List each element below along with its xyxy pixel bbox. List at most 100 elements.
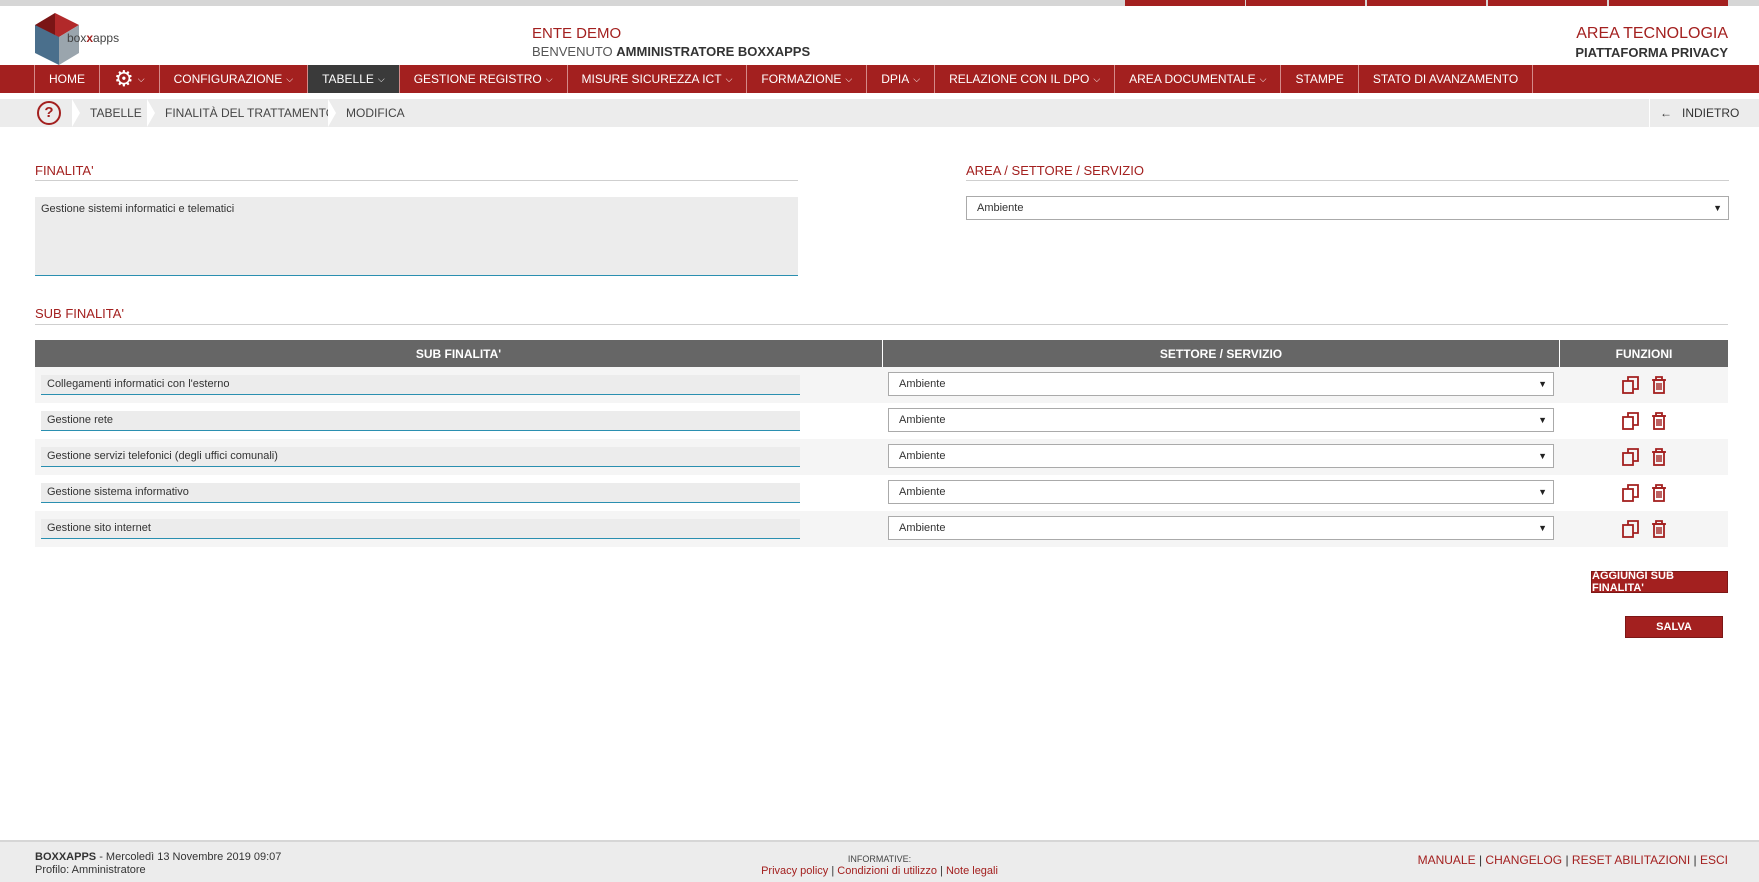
row-actions bbox=[1621, 447, 1669, 467]
manual-link[interactable]: MANUALE bbox=[1418, 853, 1476, 867]
area-settore-select[interactable]: Ambiente ▼ bbox=[966, 196, 1729, 220]
breadcrumb-separator bbox=[147, 99, 155, 127]
trash-icon[interactable] bbox=[1649, 411, 1669, 431]
settore-select[interactable]: Ambiente ▼ bbox=[888, 444, 1554, 468]
nav-item-relazione-con-il-dpo[interactable]: RELAZIONE CON IL DPO ⌵ bbox=[934, 65, 1114, 93]
changelog-link[interactable]: CHANGELOG bbox=[1485, 853, 1562, 867]
header-settore: SETTORE / SERVIZIO bbox=[883, 340, 1560, 367]
table-header: SUB FINALITA' SETTORE / SERVIZIO FUNZION… bbox=[35, 340, 1728, 367]
boxxapps-logo[interactable]: boxxapps bbox=[33, 9, 123, 65]
nav-item-configurazione[interactable]: CONFIGURAZIONE ⌵ bbox=[158, 65, 308, 93]
nav-label: CONFIGURAZIONE bbox=[173, 72, 283, 86]
help-icon[interactable]: ? bbox=[37, 101, 61, 125]
header: boxxapps ENTE DEMO BENVENUTO AMMINISTRAT… bbox=[0, 6, 1759, 65]
settore-value: Ambiente bbox=[899, 450, 946, 462]
row-actions bbox=[1621, 519, 1669, 539]
settore-select[interactable]: Ambiente ▼ bbox=[888, 480, 1554, 504]
legal-notes-link[interactable]: Note legali bbox=[946, 865, 998, 877]
table-row: Gestione rete Ambiente ▼ bbox=[35, 403, 1728, 439]
arrow-left-icon: ← bbox=[1660, 106, 1672, 120]
logo-text: boxxapps bbox=[67, 31, 120, 45]
breadcrumb-separator bbox=[328, 99, 336, 127]
duplicate-icon[interactable] bbox=[1621, 447, 1641, 467]
duplicate-icon[interactable] bbox=[1621, 483, 1641, 503]
privacy-policy-link[interactable]: Privacy policy bbox=[761, 865, 828, 877]
logout-link[interactable]: ESCI bbox=[1700, 853, 1728, 867]
nav-item-stampe[interactable]: STAMPE bbox=[1280, 65, 1357, 93]
caret-down-icon: ▼ bbox=[1538, 415, 1547, 425]
nav-item-dpia[interactable]: DPIA ⌵ bbox=[866, 65, 934, 93]
settore-value: Ambiente bbox=[899, 414, 946, 426]
row-actions bbox=[1621, 411, 1669, 431]
platform-title: PIATTAFORMA PRIVACY bbox=[1575, 45, 1728, 60]
trash-icon[interactable] bbox=[1649, 483, 1669, 503]
nav-label: STATO DI AVANZAMENTO bbox=[1372, 72, 1519, 86]
sub-finalita-input[interactable]: Gestione sito internet bbox=[41, 519, 800, 539]
area-title: AREA TECNOLOGIA bbox=[1576, 25, 1728, 42]
duplicate-icon[interactable] bbox=[1621, 411, 1641, 431]
terms-link[interactable]: Condizioni di utilizzo bbox=[837, 865, 937, 877]
footer: BOXXAPPS - Mercoledì 13 Novembre 2019 09… bbox=[0, 840, 1759, 882]
nav-label: AREA DOCUMENTALE bbox=[1129, 72, 1256, 86]
welcome-text: BENVENUTO AMMINISTRATORE BOXXAPPS bbox=[532, 44, 811, 59]
chevron-down-icon: ⌵ bbox=[286, 73, 294, 84]
save-button[interactable]: SALVA bbox=[1625, 616, 1723, 638]
nav-item-area-documentale[interactable]: AREA DOCUMENTALE ⌵ bbox=[1114, 65, 1280, 93]
add-sub-finalita-button[interactable]: AGGIUNGI SUB FINALITA' bbox=[1591, 570, 1728, 594]
chevron-down-icon: ⌵ bbox=[545, 73, 553, 84]
back-button[interactable]: ← INDIETRO bbox=[1649, 99, 1759, 127]
caret-down-icon: ▼ bbox=[1538, 451, 1547, 461]
nav-item-settings[interactable]: ⚙ ⌵ bbox=[99, 65, 159, 93]
chevron-down-icon: ⌵ bbox=[845, 73, 853, 84]
nav-item-gestione-registro[interactable]: GESTIONE REGISTRO ⌵ bbox=[398, 65, 567, 93]
back-label: INDIETRO bbox=[1682, 106, 1740, 120]
settore-select[interactable]: Ambiente ▼ bbox=[888, 372, 1554, 396]
nav-item-stato-di-avanzamento[interactable]: STATO DI AVANZAMENTO bbox=[1357, 65, 1534, 93]
nav-item-formazione[interactable]: FORMAZIONE ⌵ bbox=[746, 65, 866, 93]
duplicate-icon[interactable] bbox=[1621, 519, 1641, 539]
sub-finalita-input[interactable]: Gestione servizi telefonici (degli uffic… bbox=[41, 447, 800, 467]
breadcrumb-separator bbox=[72, 99, 80, 127]
breadcrumb-item-tabelle[interactable]: TABELLE bbox=[90, 106, 142, 120]
reset-permissions-link[interactable]: RESET ABILITAZIONI bbox=[1572, 853, 1690, 867]
divider bbox=[35, 180, 798, 181]
nav-label: MISURE SICUREZZA ICT bbox=[581, 72, 722, 86]
trash-icon[interactable] bbox=[1649, 375, 1669, 395]
breadcrumb: ? TABELLE FINALITÀ DEL TRATTAMENTO MODIF… bbox=[0, 99, 1759, 127]
nav-label: GESTIONE REGISTRO bbox=[413, 72, 542, 86]
duplicate-icon[interactable] bbox=[1621, 375, 1641, 395]
footer-links: MANUALE | CHANGELOG | RESET ABILITAZIONI… bbox=[1417, 853, 1728, 867]
sub-finalita-title: SUB FINALITA' bbox=[35, 306, 124, 321]
chevron-down-icon: ⌵ bbox=[913, 73, 921, 84]
breadcrumb-item-finalita[interactable]: FINALITÀ DEL TRATTAMENTO bbox=[165, 106, 335, 120]
sub-finalita-input[interactable]: Collegamenti informatici con l'esterno bbox=[41, 375, 800, 395]
trash-icon[interactable] bbox=[1649, 447, 1669, 467]
caret-down-icon: ▼ bbox=[1713, 203, 1722, 213]
ente-name: ENTE DEMO bbox=[532, 25, 622, 42]
row-actions bbox=[1621, 375, 1669, 395]
finalita-textarea[interactable]: Gestione sistemi informatici e telematic… bbox=[35, 197, 798, 276]
nav-item-misure-sicurezza-ict[interactable]: MISURE SICUREZZA ICT ⌵ bbox=[566, 65, 747, 93]
table-row: Gestione servizi telefonici (degli uffic… bbox=[35, 439, 1728, 475]
header-sub-finalita: SUB FINALITA' bbox=[35, 340, 883, 367]
trash-icon[interactable] bbox=[1649, 519, 1669, 539]
chevron-down-icon: ⌵ bbox=[377, 73, 385, 84]
table-row: Gestione sito internet Ambiente ▼ bbox=[35, 511, 1728, 547]
settore-value: Ambiente bbox=[899, 378, 946, 390]
sub-finalita-input[interactable]: Gestione sistema informativo bbox=[41, 483, 800, 503]
row-actions bbox=[1621, 483, 1669, 503]
settore-value: Ambiente bbox=[899, 522, 946, 534]
nav-item-home[interactable]: HOME bbox=[34, 65, 99, 93]
caret-down-icon: ▼ bbox=[1538, 379, 1547, 389]
nav-label: DPIA bbox=[881, 72, 910, 86]
nav-label: RELAZIONE CON IL DPO bbox=[949, 72, 1090, 86]
sub-finalita-input[interactable]: Gestione rete bbox=[41, 411, 800, 431]
chevron-down-icon: ⌵ bbox=[1093, 73, 1101, 84]
chevron-down-icon: ⌵ bbox=[137, 73, 145, 84]
nav-item-tabelle[interactable]: TABELLE ⌵ bbox=[307, 65, 399, 93]
gear-icon: ⚙ bbox=[114, 66, 134, 91]
nav-label: STAMPE bbox=[1295, 72, 1344, 86]
settore-select[interactable]: Ambiente ▼ bbox=[888, 408, 1554, 432]
area-settore-title: AREA / SETTORE / SERVIZIO bbox=[966, 163, 1144, 178]
settore-select[interactable]: Ambiente ▼ bbox=[888, 516, 1554, 540]
